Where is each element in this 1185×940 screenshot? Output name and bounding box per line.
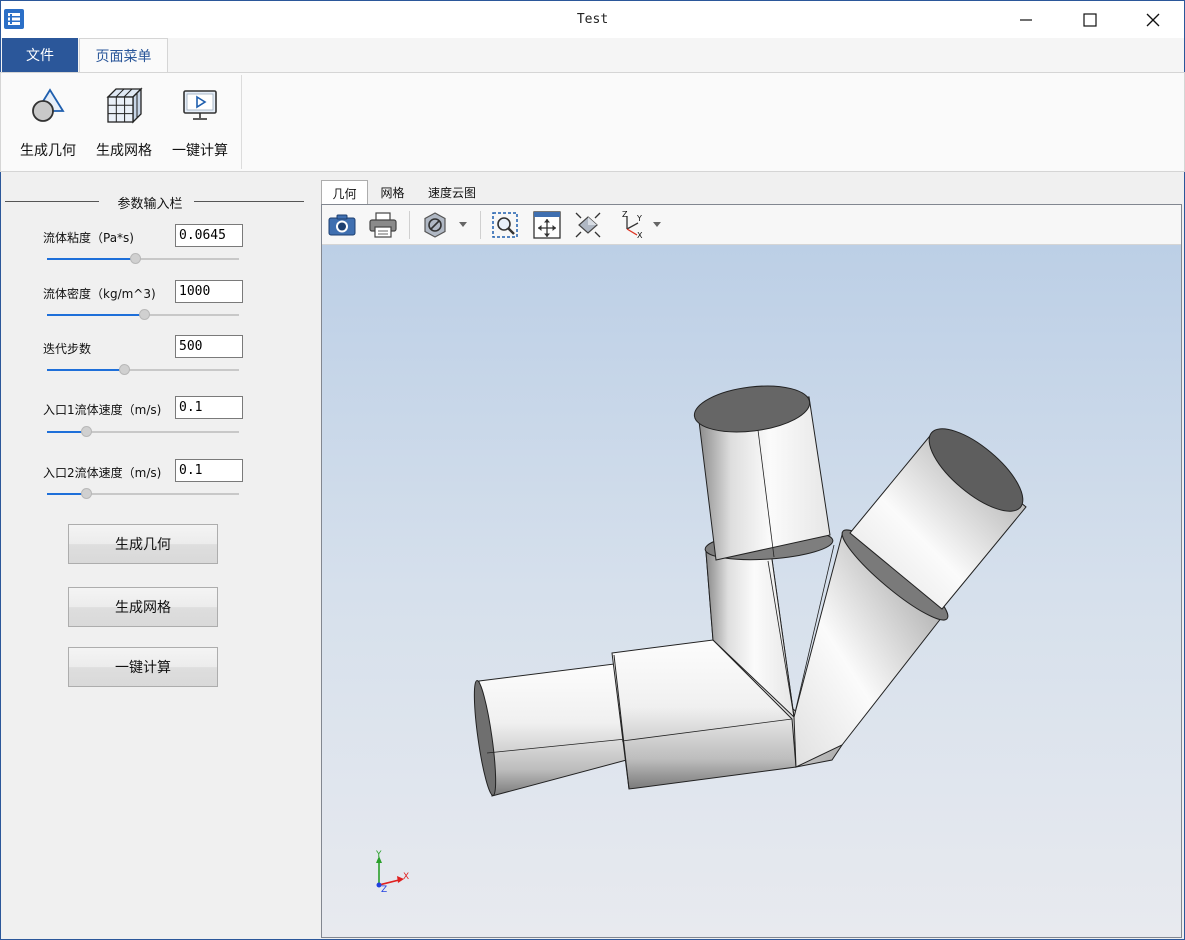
title-bar: Test: [0, 0, 1185, 38]
svg-text:Z: Z: [622, 211, 628, 219]
param-group-title: 参数输入栏: [117, 197, 183, 212]
svg-text:Y: Y: [636, 214, 642, 223]
compute-icon: [183, 90, 217, 120]
ribbon-separator: [241, 75, 242, 169]
ribbon-button-label: 生成网格: [96, 143, 152, 159]
iterations-input[interactable]: [175, 335, 243, 358]
viewer-canvas[interactable]: Y X Z: [322, 245, 1181, 937]
axis-triad: Y X Z: [375, 850, 409, 895]
ribbon-button-label: 一键计算: [172, 143, 228, 159]
ribbon-generate-geometry-button[interactable]: 生成几何: [11, 81, 85, 165]
axes-icon: Z Y X: [622, 211, 643, 239]
close-button[interactable]: [1123, 1, 1183, 39]
viscosity-input[interactable]: [175, 224, 243, 247]
inlet2-velocity-input[interactable]: [175, 459, 243, 482]
maximize-icon: [1083, 13, 1097, 27]
inlet1-velocity-input[interactable]: [175, 396, 243, 419]
viscosity-slider[interactable]: [47, 253, 239, 265]
zoom-window-button[interactable]: [490, 211, 520, 239]
3d-viewer: Z Y X Y X Z: [321, 204, 1182, 938]
density-input[interactable]: [175, 280, 243, 303]
generate-mesh-button[interactable]: 生成网格: [68, 587, 218, 627]
inlet1-velocity-label: 入口1流体速度（m/s): [43, 403, 162, 417]
group-divider: [194, 201, 304, 202]
fit-all-icon: [533, 211, 561, 239]
geometry-icon: [32, 88, 65, 122]
screenshot-button[interactable]: [327, 211, 357, 239]
ribbon-compute-button[interactable]: 一键计算: [163, 81, 237, 165]
minimize-icon: [1020, 19, 1032, 21]
axis-z-label: Z: [381, 885, 387, 895]
tab-geometry[interactable]: 几何: [321, 180, 368, 205]
display-mode-button[interactable]: [420, 211, 450, 239]
tab-velocity-contour[interactable]: 速度云图: [419, 181, 485, 204]
viewer-toolbar: Z Y X: [322, 205, 1181, 245]
ribbon-generate-mesh-button[interactable]: 生成网格: [87, 81, 161, 165]
close-icon: [1146, 13, 1160, 27]
print-button[interactable]: [368, 211, 398, 239]
camera-icon: [328, 214, 356, 236]
iterations-slider[interactable]: [47, 364, 239, 376]
tab-mesh[interactable]: 网格: [370, 181, 415, 204]
svg-text:X: X: [637, 231, 643, 239]
ribbon-panel: 生成几何 生成网格 一键计算: [0, 72, 1185, 172]
generate-geometry-button[interactable]: 生成几何: [68, 524, 218, 564]
toolbar-separator: [480, 211, 481, 239]
inlet1-velocity-slider[interactable]: [47, 426, 239, 438]
tab-file[interactable]: 文件: [2, 38, 78, 72]
printer-icon: [369, 212, 397, 238]
density-label: 流体密度（kg/m^3): [43, 287, 156, 301]
fit-view-button[interactable]: [573, 211, 603, 239]
inlet2-velocity-slider[interactable]: [47, 488, 239, 500]
zoom-window-icon: [492, 212, 518, 238]
pipe-model: Y X Z: [375, 385, 1027, 895]
tab-page-menu[interactable]: 页面菜单: [79, 38, 168, 73]
minimize-button[interactable]: [996, 1, 1056, 39]
viscosity-label: 流体粘度（Pa*s): [43, 231, 134, 245]
group-divider: [5, 201, 99, 202]
inlet2-velocity-label: 入口2流体速度（m/s): [43, 466, 162, 480]
mesh-icon: [106, 87, 143, 124]
view-orientation-button[interactable]: Z Y X: [616, 211, 646, 239]
chevron-down-icon[interactable]: [653, 222, 661, 227]
ribbon-button-label: 生成几何: [20, 143, 76, 159]
density-slider[interactable]: [47, 309, 239, 321]
fit-all-button[interactable]: [532, 211, 562, 239]
maximize-button[interactable]: [1060, 1, 1120, 39]
iterations-label: 迭代步数: [43, 342, 92, 356]
compute-button[interactable]: 一键计算: [68, 647, 218, 687]
toolbar-separator: [409, 211, 410, 239]
axis-x-label: X: [403, 872, 409, 882]
display-mode-icon: [424, 212, 446, 238]
ribbon-tab-bar: 文件 页面菜单: [0, 38, 1185, 73]
axis-y-label: Y: [375, 850, 382, 860]
chevron-down-icon[interactable]: [459, 222, 467, 227]
fit-view-icon: [575, 212, 601, 238]
